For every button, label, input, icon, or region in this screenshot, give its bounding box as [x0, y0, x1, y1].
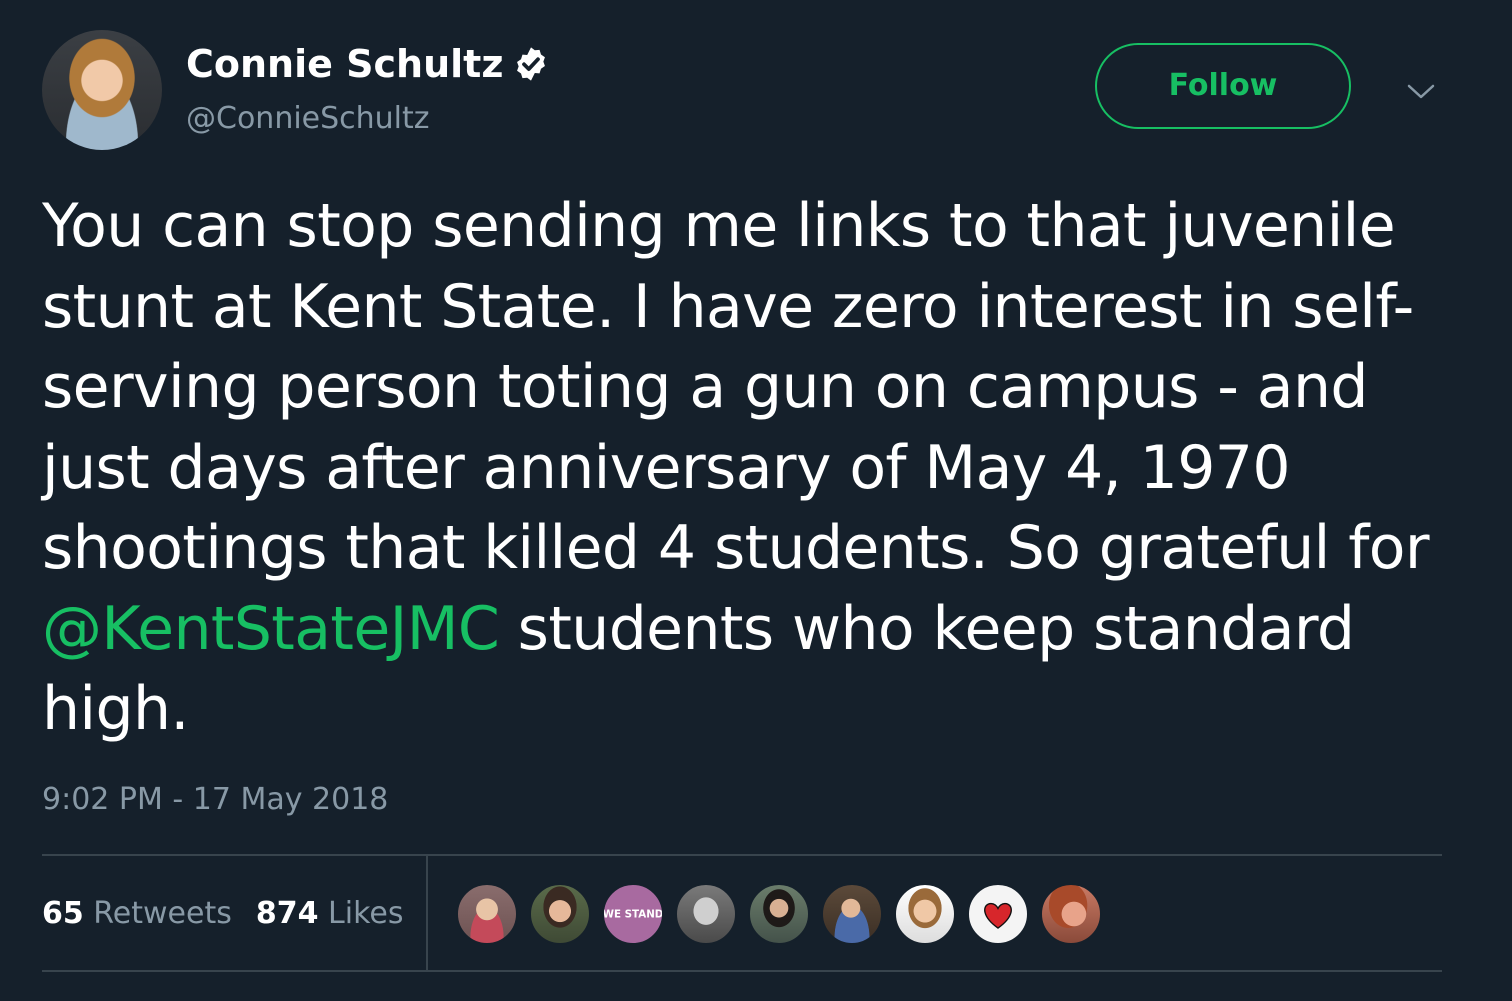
- liker-avatar[interactable]: [894, 883, 956, 945]
- verified-badge-icon: [517, 47, 545, 81]
- divider: [42, 970, 1442, 972]
- likes-count: 874: [255, 896, 319, 931]
- liker-avatar-heart-icon[interactable]: [967, 883, 1029, 945]
- tweet-text-before: You can stop sending me links to that ju…: [42, 191, 1430, 583]
- tweet-card: Connie Schultz @ConnieSchultz Follow You…: [0, 0, 1512, 1001]
- tweet-timestamp[interactable]: 9:02 PM - 17 May 2018: [42, 780, 388, 820]
- follow-button[interactable]: Follow: [1095, 43, 1351, 129]
- tweet-stats: 65 Retweets 874 Likes: [42, 893, 403, 935]
- we-text: WE STAND: [603, 909, 664, 921]
- mention-link[interactable]: @KentStateJMC: [42, 594, 500, 664]
- chevron-down-icon[interactable]: [1406, 82, 1436, 102]
- retweets-count: 65: [42, 896, 84, 931]
- likes-label: Likes: [328, 896, 404, 931]
- liker-avatar[interactable]: [529, 883, 591, 945]
- liker-avatar[interactable]: [1040, 883, 1102, 945]
- author-name[interactable]: Connie Schultz: [186, 40, 503, 88]
- liker-avatar[interactable]: [748, 883, 810, 945]
- liker-avatar-we-stand[interactable]: WE STAND: [602, 883, 664, 945]
- retweets-label: Retweets: [93, 896, 232, 931]
- author-avatar[interactable]: [42, 30, 162, 150]
- author-handle[interactable]: @ConnieSchultz: [186, 100, 430, 138]
- stats-divider: [426, 856, 428, 970]
- liker-avatars: WE STAND: [456, 883, 1113, 945]
- liker-avatar[interactable]: [675, 883, 737, 945]
- liker-avatar[interactable]: [456, 883, 518, 945]
- divider: [42, 854, 1442, 856]
- tweet-text: You can stop sending me links to that ju…: [42, 186, 1462, 750]
- likes-stat[interactable]: 874 Likes: [256, 896, 404, 931]
- retweets-stat[interactable]: 65 Retweets: [42, 896, 232, 931]
- liker-avatar[interactable]: [821, 883, 883, 945]
